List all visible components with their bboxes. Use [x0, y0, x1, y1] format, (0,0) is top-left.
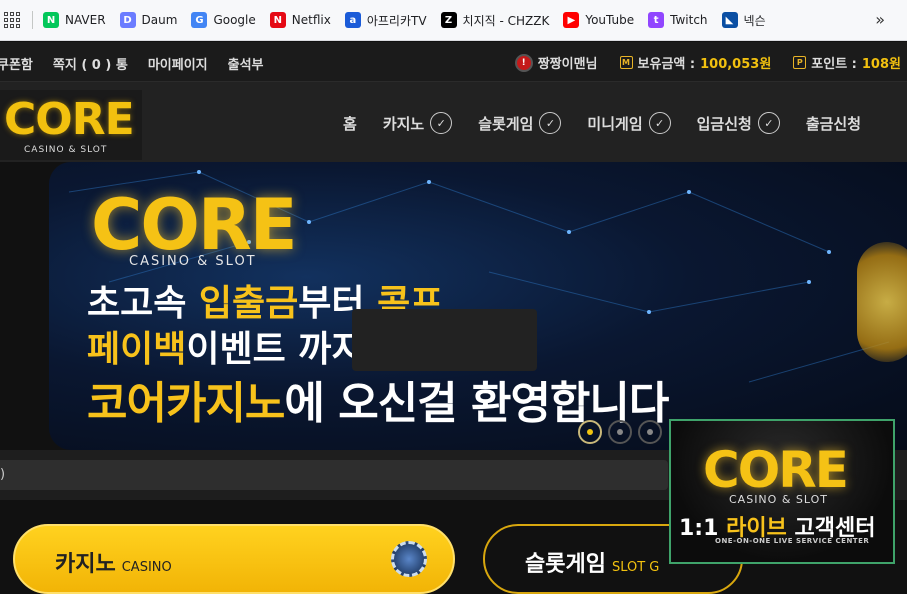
balance-value: 100,053원: [700, 57, 772, 72]
chzzk-icon: Z: [440, 12, 457, 28]
balance-label: 보유금액 :: [637, 57, 696, 72]
bookmark-item[interactable]: ◣ 넥슨: [721, 12, 766, 29]
casino-category-label: 카지노 CASINO: [55, 552, 172, 577]
banner-logo-subtitle: CASINO & SLOT: [129, 254, 257, 269]
messages-link[interactable]: 쪽지 ( 0 ) 통: [53, 54, 128, 73]
daum-icon: D: [119, 12, 136, 28]
bookmarks-bar: N NAVER D Daum G Google N Netflix a 아프리카TV Z 치지직 - …: [0, 0, 907, 41]
slide-dot[interactable]: [608, 420, 632, 444]
logo-text: CORE: [4, 94, 135, 145]
coupon-link[interactable]: 쿠폰함: [0, 54, 33, 73]
bookmark-label: 아프리카TV: [366, 13, 427, 28]
user-links: 쿠폰함 쪽지 ( 0 ) 통 마이페이지 출석부: [0, 54, 264, 73]
hero-banner[interactable]: CORE CASINO & SLOT 초고속 입출금부터 콤프 페이백이벤트 까…: [49, 162, 907, 450]
naver-icon: N: [43, 12, 59, 28]
google-icon: G: [191, 12, 208, 28]
user-info-bar: 쿠폰함 쪽지 ( 0 ) 통 마이페이지 출석부 ! 짱짱이맨님 M 보유금액 …: [0, 42, 907, 82]
live-support-button[interactable]: CORE CASINO & SLOT 1:1 라이브 고객센터 ONE-ON-O…: [669, 419, 895, 564]
bookmark-label: NAVER: [65, 13, 106, 27]
chevron-down-icon: ✓: [539, 112, 562, 134]
nav-item[interactable]: 슬롯게임 ✓: [478, 112, 562, 134]
nav-label: 미니게임: [587, 114, 643, 133]
casino-chip-icon: [391, 541, 427, 577]
site-header: CORE CASINO & SLOT 홈 카지노 ✓ 슬롯게임 ✓ 미니게임 ✓ 입금신청 ✓ 출…: [0, 82, 907, 162]
twitch-icon: t: [648, 12, 665, 28]
nav-item[interactable]: 홈: [343, 112, 357, 134]
bookmark-label: YouTube: [585, 13, 635, 27]
mypage-link[interactable]: 마이페이지: [148, 54, 208, 73]
nav-item[interactable]: 미니게임 ✓: [587, 112, 671, 134]
netflix-icon: N: [269, 12, 286, 28]
more-bookmarks-icon[interactable]: »: [875, 10, 885, 29]
afreecatv-icon: a: [344, 12, 361, 28]
nav-item[interactable]: 카지노 ✓: [382, 112, 453, 134]
bookmark-item[interactable]: N NAVER: [43, 12, 106, 28]
bookmark-label: 넥슨: [743, 13, 766, 28]
points-label: 포인트 :: [811, 57, 857, 72]
live-support-caption: ONE-ON-ONE LIVE SERVICE CENTER: [715, 537, 870, 545]
username: 짱짱이맨님: [537, 57, 598, 72]
nav-item[interactable]: 출금신청: [806, 112, 861, 134]
slot-category-label: 슬롯게임 SLOT G: [525, 552, 660, 577]
bookmark-divider: [32, 11, 33, 29]
bookmark-item[interactable]: D Daum: [119, 12, 178, 28]
slide-dot[interactable]: [578, 420, 602, 444]
bookmark-label: Twitch: [670, 13, 708, 27]
apps-grid-icon[interactable]: [2, 10, 22, 30]
nav-item[interactable]: 입금신청 ✓: [697, 112, 780, 134]
attendance-link[interactable]: 출석부: [228, 54, 264, 73]
nav-label: 홈: [343, 114, 357, 133]
bookmark-list: N NAVER D Daum G Google N Netflix a 아프리카TV Z 치지직 - …: [43, 12, 780, 29]
banner-headline-2: 페이백이벤트 까지: [87, 329, 365, 370]
nav-label: 출금신청: [805, 114, 862, 133]
bookmark-label: Google: [213, 13, 256, 27]
nav-label: 카지노: [382, 114, 425, 133]
bookmark-label: Daum: [141, 13, 178, 27]
slide-indicators: [578, 420, 662, 444]
bookmark-item[interactable]: t Twitch: [648, 12, 708, 28]
bookmark-label: Netflix: [291, 13, 331, 27]
redacted-overlay: [352, 309, 537, 371]
logo-subtitle: CASINO & SLOT: [24, 145, 108, 155]
money-icon: M: [619, 56, 633, 69]
gold-coin-decoration: [857, 242, 907, 362]
nav-label: 입금신청: [696, 114, 752, 133]
account-summary: ! 짱짱이맨님 M 보유금액 : 100,053원 P 포인트 : 108원: [514, 53, 901, 72]
bookmark-item[interactable]: G Google: [191, 12, 256, 28]
chevron-down-icon: ✓: [648, 112, 671, 134]
casino-category-button[interactable]: 카지노 CASINO: [13, 524, 455, 594]
points-item: P 포인트 : 108원: [793, 53, 901, 72]
bookmark-item[interactable]: ▶ YouTube: [563, 12, 634, 28]
slide-dot[interactable]: [638, 420, 662, 444]
youtube-icon: ▶: [563, 12, 580, 28]
points-icon: P: [793, 56, 807, 69]
notice-text: ): [0, 460, 668, 490]
live-support-logo: CORE: [703, 441, 849, 499]
nexon-icon: ◣: [721, 12, 738, 28]
username-item[interactable]: ! 짱짱이맨님: [514, 53, 598, 72]
main-nav: 홈 카지노 ✓ 슬롯게임 ✓ 미니게임 ✓ 입금신청 ✓ 출금신청: [343, 112, 887, 134]
live-support-logo-subtitle: CASINO & SLOT: [729, 493, 828, 506]
site-logo[interactable]: CORE CASINO & SLOT: [0, 90, 142, 160]
bookmark-label: 치지직 - CHZZK: [462, 13, 550, 28]
bookmark-item[interactable]: N Netflix: [269, 12, 331, 28]
bookmark-item[interactable]: Z 치지직 - CHZZK: [440, 12, 550, 29]
level-badge-icon: !: [514, 53, 533, 72]
chevron-down-icon: ✓: [757, 112, 780, 134]
points-value: 108원: [861, 57, 901, 72]
bookmark-item[interactable]: a 아프리카TV: [344, 12, 427, 29]
chevron-down-icon: ✓: [430, 112, 453, 134]
nav-label: 슬롯게임: [478, 114, 534, 133]
balance-item: M 보유금액 : 100,053원: [619, 53, 772, 72]
